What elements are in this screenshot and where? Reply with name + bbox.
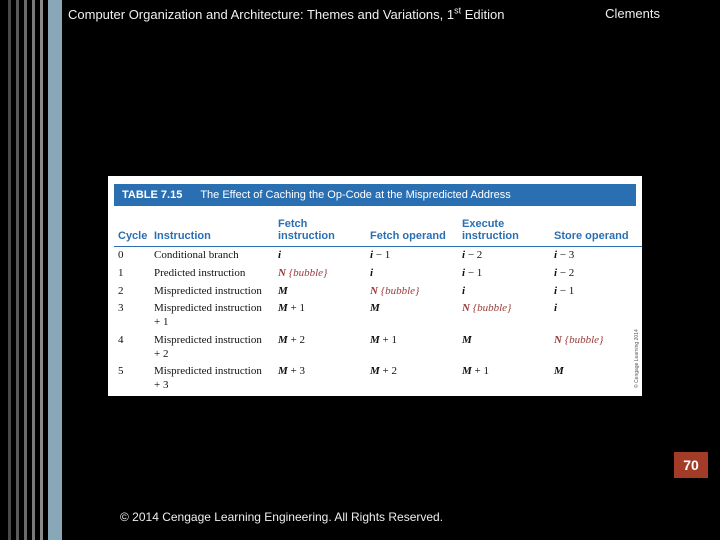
cell-ei: i − 2 (458, 247, 550, 265)
data-table: Cycle Instruction Fetch instruction Fetc… (114, 216, 642, 395)
cell-fo: i − 1 (366, 247, 458, 265)
cell-ei: i − 1 (458, 265, 550, 283)
decoration-stripe (40, 0, 43, 540)
page-number-badge: 70 (674, 452, 708, 478)
cell-ei: M (458, 332, 550, 364)
book-title-main: Computer Organization and Architecture: … (68, 7, 454, 22)
table-row: 5Mispredicted instruction + 3M + 3M + 2M… (114, 363, 642, 395)
cell-so: i (550, 300, 642, 332)
table-caption-bar: TABLE 7.15 The Effect of Caching the Op-… (114, 184, 636, 206)
cell-instruction: Conditional branch (150, 247, 274, 265)
book-title: Computer Organization and Architecture: … (68, 7, 505, 22)
cell-fi: M (274, 283, 366, 301)
cell-cycle: 4 (114, 332, 150, 364)
col-execute-instruction: Execute instruction (458, 216, 550, 247)
cell-fo: M + 1 (366, 332, 458, 364)
table-row: 1Predicted instructionN {bubble}ii − 1i … (114, 265, 642, 283)
cell-cycle: 1 (114, 265, 150, 283)
decoration-stripe (32, 0, 35, 540)
cell-fi: M + 1 (274, 300, 366, 332)
slide-header: Computer Organization and Architecture: … (68, 6, 700, 22)
col-fetch-operand: Fetch operand (366, 216, 458, 247)
decoration-stripe-accent (48, 0, 62, 540)
table-panel: TABLE 7.15 The Effect of Caching the Op-… (108, 176, 642, 396)
cell-so: i − 2 (550, 265, 642, 283)
cell-fi: M + 3 (274, 363, 366, 395)
cell-fi: N {bubble} (274, 265, 366, 283)
table-row: 2Mispredicted instructionMN {bubble}ii −… (114, 283, 642, 301)
col-store-operand: Store operand (550, 216, 642, 247)
cell-cycle: 5 (114, 363, 150, 395)
table-side-copyright: © Cengage Learning 2014 (634, 376, 640, 388)
cell-cycle: 2 (114, 283, 150, 301)
decoration-stripe (24, 0, 27, 540)
cell-fi: i (274, 247, 366, 265)
book-author: Clements (605, 6, 660, 21)
cell-ei: M + 1 (458, 363, 550, 395)
cell-cycle: 0 (114, 247, 150, 265)
cell-fo: i (366, 265, 458, 283)
table-row: 0Conditional branchii − 1i − 2i − 3 (114, 247, 642, 265)
col-instruction: Instruction (150, 216, 274, 247)
cell-ei: N {bubble} (458, 300, 550, 332)
col-cycle: Cycle (114, 216, 150, 247)
table-row: 4Mispredicted instruction + 2M + 2M + 1M… (114, 332, 642, 364)
cell-so: i − 3 (550, 247, 642, 265)
cell-fo: M (366, 300, 458, 332)
decoration-stripe (8, 0, 11, 540)
cell-instruction: Mispredicted instruction + 3 (150, 363, 274, 395)
decoration-stripe (16, 0, 19, 540)
cell-instruction: Mispredicted instruction (150, 283, 274, 301)
cell-cycle: 3 (114, 300, 150, 332)
slide: Computer Organization and Architecture: … (0, 0, 720, 540)
cell-fo: M + 2 (366, 363, 458, 395)
table-caption: The Effect of Caching the Op-Code at the… (200, 189, 510, 201)
cell-fi: M + 2 (274, 332, 366, 364)
cell-instruction: Mispredicted instruction + 1 (150, 300, 274, 332)
cell-instruction: Predicted instruction (150, 265, 274, 283)
table-row: 3Mispredicted instruction + 1M + 1MN {bu… (114, 300, 642, 332)
footer-copyright: © 2014 Cengage Learning Engineering. All… (120, 510, 443, 524)
book-title-after: Edition (461, 7, 504, 22)
cell-fo: N {bubble} (366, 283, 458, 301)
cell-so: i − 1 (550, 283, 642, 301)
cell-instruction: Mispredicted instruction + 2 (150, 332, 274, 364)
cell-so: N {bubble} (550, 332, 642, 364)
cell-so: M (550, 363, 642, 395)
table-body: 0Conditional branchii − 1i − 2i − 31Pred… (114, 247, 642, 395)
cell-ei: i (458, 283, 550, 301)
table-header-row: Cycle Instruction Fetch instruction Fetc… (114, 216, 642, 247)
col-fetch-instruction: Fetch instruction (274, 216, 366, 247)
table-label: TABLE 7.15 (122, 189, 182, 201)
